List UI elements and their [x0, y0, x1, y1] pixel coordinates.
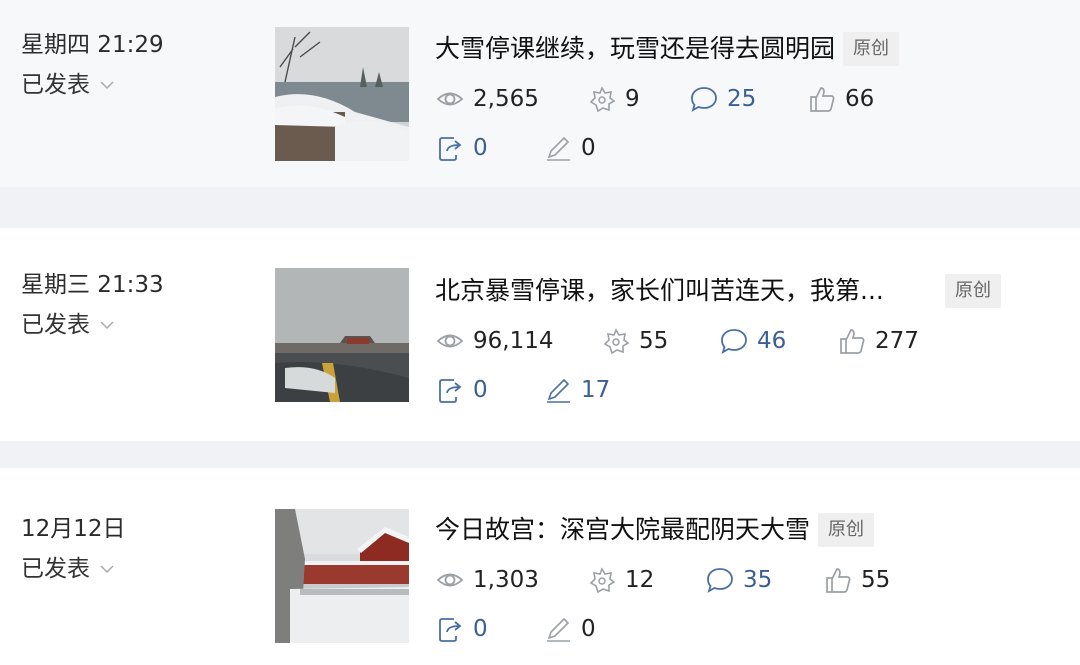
comments-count: 25 — [727, 86, 757, 112]
status-label: 已发表 — [21, 72, 90, 98]
stars-stat: 12 — [587, 565, 705, 595]
pencil-icon — [547, 378, 570, 403]
stats-row: 2,565 9 25 66 — [435, 80, 1040, 118]
article-body: 大雪停课继续，玩雪还是得去圆明园 原创 2,565 9 25 66 0 0 — [435, 29, 1040, 167]
stars-count: 9 — [625, 86, 640, 112]
actions-row: 0 0 — [435, 129, 1040, 167]
comment-icon — [721, 329, 747, 354]
original-badge: 原创 — [843, 32, 900, 66]
status-label: 已发表 — [21, 556, 90, 582]
publish-date: 12月12日 — [21, 516, 126, 542]
comments-count: 46 — [757, 328, 787, 354]
article-body: 北京暴雪停课，家长们叫苦连天，我第... 原创 96,114 55 46 277… — [435, 271, 1040, 409]
share-stat[interactable]: 0 — [435, 375, 543, 405]
share-icon — [439, 137, 462, 161]
comment-icon — [707, 568, 733, 593]
likes-stat: 66 — [807, 84, 874, 114]
eye-icon — [436, 92, 464, 106]
article-title[interactable]: 大雪停课继续，玩雪还是得去圆明园 — [435, 29, 835, 69]
comments-count: 35 — [743, 567, 773, 593]
edit-count: 17 — [581, 377, 611, 403]
views-stat: 96,114 — [435, 326, 601, 356]
publish-date: 星期四 21:29 — [21, 32, 164, 58]
views-stat: 1,303 — [435, 565, 587, 595]
article-thumbnail[interactable] — [275, 509, 409, 643]
original-badge: 原创 — [818, 513, 875, 547]
stars-count: 12 — [625, 567, 655, 593]
stars-stat: 55 — [601, 326, 719, 356]
views-count: 2,565 — [473, 86, 539, 112]
article-card: 星期四 21:29 已发表 大雪停课继续，玩雪还是得去圆明园 原创 2,565 … — [0, 0, 1080, 187]
edit-stat[interactable]: 17 — [543, 375, 610, 405]
actions-row: 0 17 — [435, 371, 1040, 409]
actions-row: 0 0 — [435, 610, 1040, 648]
views-count: 1,303 — [473, 567, 539, 593]
status-label: 已发表 — [21, 312, 90, 338]
comments-stat[interactable]: 25 — [689, 84, 807, 114]
article-thumbnail[interactable] — [275, 27, 409, 161]
eye-icon — [436, 573, 464, 587]
likes-stat: 55 — [823, 565, 890, 595]
article-card: 星期三 21:33 已发表 北京暴雪停课，家长们叫苦连天，我第... 原创 96… — [0, 228, 1080, 441]
article-list: 星期四 21:29 已发表 大雪停课继续，玩雪还是得去圆明园 原创 2,565 … — [0, 0, 1080, 665]
edit-stat[interactable]: 0 — [543, 133, 596, 163]
article-card: 12月12日 已发表 今日故宫：深宫大院最配阴天大雪 原创 1,303 12 3… — [0, 468, 1080, 665]
likes-count: 277 — [875, 328, 919, 354]
thumbs-up-icon — [810, 87, 835, 112]
edit-count: 0 — [581, 616, 596, 642]
edit-count: 0 — [581, 135, 596, 161]
thumbs-up-icon — [840, 329, 865, 354]
likes-count: 55 — [861, 567, 891, 593]
edit-stat[interactable]: 0 — [543, 614, 596, 644]
views-count: 96,114 — [473, 328, 554, 354]
share-stat[interactable]: 0 — [435, 133, 543, 163]
likes-count: 66 — [845, 86, 875, 112]
share-count: 0 — [473, 616, 488, 642]
share-stat[interactable]: 0 — [435, 614, 543, 644]
article-meta: 星期四 21:29 已发表 — [21, 30, 164, 100]
share-count: 0 — [473, 135, 488, 161]
pencil-icon — [547, 617, 570, 642]
star-badge-icon — [603, 328, 630, 355]
article-title[interactable]: 北京暴雪停课，家长们叫苦连天，我第... — [435, 271, 915, 311]
publish-date: 星期三 21:33 — [21, 272, 164, 298]
article-title[interactable]: 今日故宫：深宫大院最配阴天大雪 — [435, 510, 810, 550]
comments-stat[interactable]: 46 — [719, 326, 837, 356]
chevron-down-icon — [98, 316, 116, 334]
pencil-icon — [547, 136, 570, 161]
star-badge-icon — [589, 567, 616, 594]
stars-count: 55 — [639, 328, 669, 354]
article-thumbnail[interactable] — [275, 268, 409, 402]
share-icon — [439, 618, 462, 642]
share-icon — [439, 379, 462, 403]
likes-stat: 277 — [837, 326, 919, 356]
share-count: 0 — [473, 377, 488, 403]
stats-row: 96,114 55 46 277 — [435, 322, 1040, 360]
status-dropdown[interactable]: 已发表 — [21, 554, 116, 584]
star-badge-icon — [589, 86, 616, 113]
status-dropdown[interactable]: 已发表 — [21, 310, 116, 340]
stats-row: 1,303 12 35 55 — [435, 561, 1040, 599]
stars-stat: 9 — [587, 84, 689, 114]
status-dropdown[interactable]: 已发表 — [21, 70, 116, 100]
comment-icon — [691, 87, 717, 112]
eye-icon — [436, 334, 464, 348]
original-badge: 原创 — [945, 274, 1001, 308]
comments-stat[interactable]: 35 — [705, 565, 823, 595]
chevron-down-icon — [98, 76, 116, 94]
chevron-down-icon — [98, 560, 116, 578]
article-body: 今日故宫：深宫大院最配阴天大雪 原创 1,303 12 35 55 0 0 — [435, 510, 1040, 648]
article-meta: 星期三 21:33 已发表 — [21, 270, 164, 340]
article-meta: 12月12日 已发表 — [21, 514, 126, 584]
views-stat: 2,565 — [435, 84, 587, 114]
thumbs-up-icon — [826, 568, 851, 593]
